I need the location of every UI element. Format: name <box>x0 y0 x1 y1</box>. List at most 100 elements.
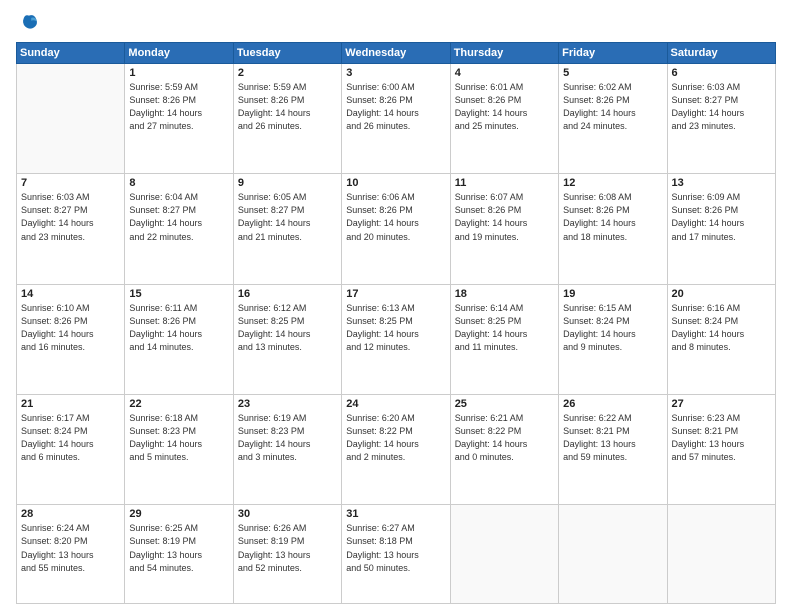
day-info: Sunrise: 6:22 AMSunset: 8:21 PMDaylight:… <box>563 412 662 464</box>
calendar-cell: 6 Sunrise: 6:03 AMSunset: 8:27 PMDaylight… <box>667 64 775 174</box>
day-info: Sunrise: 6:04 AMSunset: 8:27 PMDaylight:… <box>129 191 228 243</box>
calendar-cell: 23 Sunrise: 6:19 AMSunset: 8:23 PMDayligh… <box>233 395 341 505</box>
day-info: Sunrise: 6:19 AMSunset: 8:23 PMDaylight:… <box>238 412 337 464</box>
day-number: 19 <box>563 288 662 300</box>
day-number: 28 <box>21 508 120 520</box>
day-info: Sunrise: 6:27 AMSunset: 8:18 PMDaylight:… <box>346 522 445 574</box>
day-number: 4 <box>455 67 554 79</box>
logo <box>16 12 42 34</box>
day-info: Sunrise: 6:01 AMSunset: 8:26 PMDaylight:… <box>455 81 554 133</box>
day-info: Sunrise: 5:59 AMSunset: 8:26 PMDaylight:… <box>129 81 228 133</box>
day-number: 27 <box>672 398 771 410</box>
weekday-header: Saturday <box>667 43 775 64</box>
day-info: Sunrise: 6:24 AMSunset: 8:20 PMDaylight:… <box>21 522 120 574</box>
day-number: 29 <box>129 508 228 520</box>
day-number: 7 <box>21 177 120 189</box>
day-info: Sunrise: 6:03 AMSunset: 8:27 PMDaylight:… <box>672 81 771 133</box>
calendar-cell: 31 Sunrise: 6:27 AMSunset: 8:18 PMDayligh… <box>342 505 450 604</box>
day-number: 18 <box>455 288 554 300</box>
day-number: 2 <box>238 67 337 79</box>
calendar-cell: 22 Sunrise: 6:18 AMSunset: 8:23 PMDayligh… <box>125 395 233 505</box>
day-number: 23 <box>238 398 337 410</box>
calendar-cell: 21Sunrise: 6:17 AMSunset: 8:24 PMDayligh… <box>17 395 125 505</box>
day-number: 12 <box>563 177 662 189</box>
calendar-cell <box>559 505 667 604</box>
day-info: Sunrise: 6:18 AMSunset: 8:23 PMDaylight:… <box>129 412 228 464</box>
calendar-cell: 18 Sunrise: 6:14 AMSunset: 8:25 PMDayligh… <box>450 284 558 394</box>
day-number: 11 <box>455 177 554 189</box>
day-number: 5 <box>563 67 662 79</box>
header <box>16 12 776 34</box>
day-info: Sunrise: 6:17 AMSunset: 8:24 PMDaylight:… <box>21 412 120 464</box>
weekday-header: Tuesday <box>233 43 341 64</box>
calendar-cell: 9 Sunrise: 6:05 AMSunset: 8:27 PMDaylight… <box>233 174 341 284</box>
day-info: Sunrise: 6:16 AMSunset: 8:24 PMDaylight:… <box>672 302 771 354</box>
calendar-cell: 17 Sunrise: 6:13 AMSunset: 8:25 PMDayligh… <box>342 284 450 394</box>
day-number: 16 <box>238 288 337 300</box>
calendar-cell: 1 Sunrise: 5:59 AMSunset: 8:26 PMDaylight… <box>125 64 233 174</box>
calendar-cell: 2 Sunrise: 5:59 AMSunset: 8:26 PMDaylight… <box>233 64 341 174</box>
calendar-cell: 4 Sunrise: 6:01 AMSunset: 8:26 PMDaylight… <box>450 64 558 174</box>
weekday-header: Monday <box>125 43 233 64</box>
weekday-header: Sunday <box>17 43 125 64</box>
day-info: Sunrise: 6:20 AMSunset: 8:22 PMDaylight:… <box>346 412 445 464</box>
logo-icon <box>18 12 40 34</box>
calendar-cell: 24Sunrise: 6:20 AMSunset: 8:22 PMDayligh… <box>342 395 450 505</box>
calendar-cell: 12 Sunrise: 6:08 AMSunset: 8:26 PMDayligh… <box>559 174 667 284</box>
calendar-cell: 15Sunrise: 6:11 AMSunset: 8:26 PMDayligh… <box>125 284 233 394</box>
calendar-cell: 7 Sunrise: 6:03 AMSunset: 8:27 PMDaylight… <box>17 174 125 284</box>
calendar-cell: 20 Sunrise: 6:16 AMSunset: 8:24 PMDayligh… <box>667 284 775 394</box>
page: SundayMondayTuesdayWednesdayThursdayFrid… <box>0 0 792 612</box>
day-number: 8 <box>129 177 228 189</box>
day-info: Sunrise: 6:00 AMSunset: 8:26 PMDaylight:… <box>346 81 445 133</box>
calendar-cell: 5 Sunrise: 6:02 AMSunset: 8:26 PMDaylight… <box>559 64 667 174</box>
day-number: 13 <box>672 177 771 189</box>
calendar-cell: 26Sunrise: 6:22 AMSunset: 8:21 PMDayligh… <box>559 395 667 505</box>
calendar-cell: 8 Sunrise: 6:04 AMSunset: 8:27 PMDaylight… <box>125 174 233 284</box>
day-info: Sunrise: 6:25 AMSunset: 8:19 PMDaylight:… <box>129 522 228 574</box>
day-info: Sunrise: 6:26 AMSunset: 8:19 PMDaylight:… <box>238 522 337 574</box>
day-number: 30 <box>238 508 337 520</box>
day-number: 31 <box>346 508 445 520</box>
calendar-cell: 11Sunrise: 6:07 AMSunset: 8:26 PMDayligh… <box>450 174 558 284</box>
day-info: Sunrise: 6:03 AMSunset: 8:27 PMDaylight:… <box>21 191 120 243</box>
day-info: Sunrise: 6:13 AMSunset: 8:25 PMDaylight:… <box>346 302 445 354</box>
day-number: 9 <box>238 177 337 189</box>
day-info: Sunrise: 6:08 AMSunset: 8:26 PMDaylight:… <box>563 191 662 243</box>
day-info: Sunrise: 6:06 AMSunset: 8:26 PMDaylight:… <box>346 191 445 243</box>
day-info: Sunrise: 6:14 AMSunset: 8:25 PMDaylight:… <box>455 302 554 354</box>
day-info: Sunrise: 6:02 AMSunset: 8:26 PMDaylight:… <box>563 81 662 133</box>
calendar-cell: 14 Sunrise: 6:10 AMSunset: 8:26 PMDayligh… <box>17 284 125 394</box>
day-number: 22 <box>129 398 228 410</box>
calendar-cell: 27 Sunrise: 6:23 AMSunset: 8:21 PMDayligh… <box>667 395 775 505</box>
day-number: 1 <box>129 67 228 79</box>
day-number: 3 <box>346 67 445 79</box>
day-number: 6 <box>672 67 771 79</box>
day-number: 15 <box>129 288 228 300</box>
calendar-cell: 10 Sunrise: 6:06 AMSunset: 8:26 PMDayligh… <box>342 174 450 284</box>
calendar-cell: 3 Sunrise: 6:00 AMSunset: 8:26 PMDaylight… <box>342 64 450 174</box>
day-number: 10 <box>346 177 445 189</box>
calendar-cell: 25 Sunrise: 6:21 AMSunset: 8:22 PMDayligh… <box>450 395 558 505</box>
day-info: Sunrise: 6:15 AMSunset: 8:24 PMDaylight:… <box>563 302 662 354</box>
day-info: Sunrise: 5:59 AMSunset: 8:26 PMDaylight:… <box>238 81 337 133</box>
day-info: Sunrise: 6:09 AMSunset: 8:26 PMDaylight:… <box>672 191 771 243</box>
day-info: Sunrise: 6:10 AMSunset: 8:26 PMDaylight:… <box>21 302 120 354</box>
day-number: 25 <box>455 398 554 410</box>
calendar-cell <box>17 64 125 174</box>
calendar-cell <box>667 505 775 604</box>
calendar-cell: 29 Sunrise: 6:25 AMSunset: 8:19 PMDayligh… <box>125 505 233 604</box>
day-number: 17 <box>346 288 445 300</box>
calendar-cell: 19 Sunrise: 6:15 AMSunset: 8:24 PMDayligh… <box>559 284 667 394</box>
day-info: Sunrise: 6:12 AMSunset: 8:25 PMDaylight:… <box>238 302 337 354</box>
day-number: 20 <box>672 288 771 300</box>
calendar-cell <box>450 505 558 604</box>
weekday-header: Wednesday <box>342 43 450 64</box>
calendar-cell: 28 Sunrise: 6:24 AMSunset: 8:20 PMDayligh… <box>17 505 125 604</box>
day-number: 14 <box>21 288 120 300</box>
weekday-header: Friday <box>559 43 667 64</box>
day-info: Sunrise: 6:21 AMSunset: 8:22 PMDaylight:… <box>455 412 554 464</box>
day-info: Sunrise: 6:23 AMSunset: 8:21 PMDaylight:… <box>672 412 771 464</box>
calendar-cell: 30 Sunrise: 6:26 AMSunset: 8:19 PMDayligh… <box>233 505 341 604</box>
day-info: Sunrise: 6:05 AMSunset: 8:27 PMDaylight:… <box>238 191 337 243</box>
